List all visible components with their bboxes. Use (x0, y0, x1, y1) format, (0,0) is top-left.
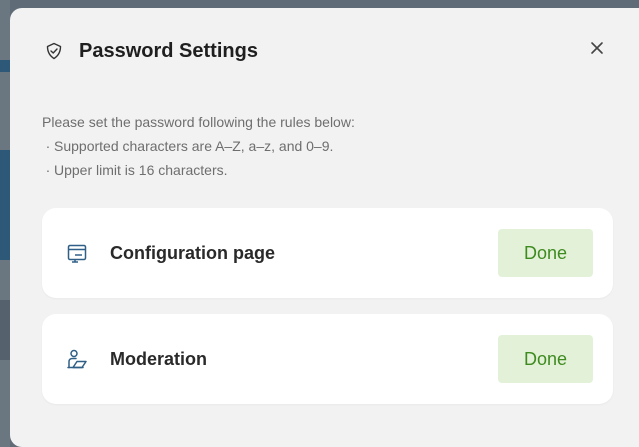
rule-text: Supported characters are A–Z, a–z, and 0… (54, 138, 334, 154)
rule-bullet: · (45, 138, 51, 154)
backdrop-accent (0, 150, 10, 260)
rule-text: Upper limit is 16 characters. (54, 162, 228, 178)
configuration-page-icon (66, 242, 88, 264)
dialog-title: Password Settings (79, 39, 258, 62)
rule-item: · Supported characters are A–Z, a–z, and … (42, 134, 562, 158)
configuration-page-done-button[interactable]: Done (498, 229, 593, 277)
configuration-page-card: Configuration page Done (42, 208, 613, 298)
moderation-done-button[interactable]: Done (498, 335, 593, 383)
rule-item: · Upper limit is 16 characters. (42, 158, 562, 182)
password-settings-dialog: Password Settings Please set the passwor… (10, 8, 639, 447)
close-icon (590, 41, 604, 60)
moderation-icon (66, 348, 88, 370)
moderation-label: Moderation (110, 348, 207, 369)
moderation-card: Moderation Done (42, 314, 613, 404)
backdrop-accent (0, 300, 10, 360)
password-rules-description: Please set the password following the ru… (42, 110, 562, 182)
close-button[interactable] (585, 38, 609, 62)
rule-bullet: · (45, 162, 51, 178)
shield-check-icon (45, 42, 63, 60)
configuration-page-label: Configuration page (110, 242, 275, 263)
page-backdrop (0, 0, 10, 447)
rules-intro: Please set the password following the ru… (42, 114, 355, 130)
dialog-header: Password Settings (45, 36, 258, 66)
backdrop-accent (0, 60, 10, 72)
